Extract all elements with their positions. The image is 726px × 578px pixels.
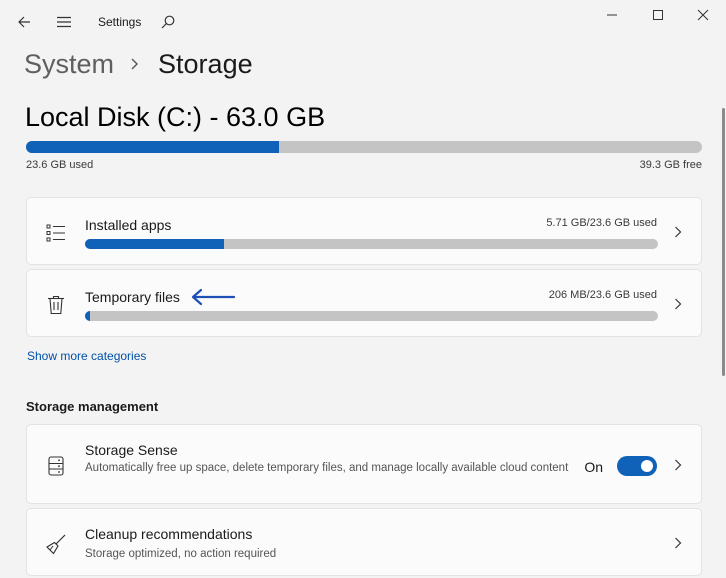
title-bar: Settings [0, 0, 726, 44]
disk-free-label: 39.3 GB free [639, 159, 702, 171]
chevron-right-icon [671, 458, 685, 472]
close-icon [697, 9, 709, 21]
broom-icon [45, 533, 67, 555]
chevron-right-icon [130, 57, 140, 71]
category-usage-bar [85, 239, 658, 249]
maximize-button[interactable] [635, 0, 681, 30]
chevron-right-icon [671, 225, 685, 239]
section-title: Storage management [26, 399, 159, 414]
category-usage-bar [85, 311, 658, 321]
hamburger-icon [57, 16, 71, 28]
storage-sense-row[interactable]: Storage Sense Automatically free up spac… [26, 424, 702, 504]
annotation-arrow-icon [190, 287, 236, 312]
maximize-icon [653, 10, 663, 20]
category-usage: 5.71 GB/23.6 GB used [546, 217, 657, 229]
show-more-categories-link[interactable]: Show more categories [27, 349, 146, 363]
breadcrumb-parent[interactable]: System [24, 49, 114, 80]
disk-usage-fill [26, 141, 280, 153]
category-usage: 206 MB/23.6 GB used [548, 289, 657, 301]
category-usage-fill [85, 311, 91, 321]
drive-icon [45, 455, 67, 477]
search-button[interactable] [154, 8, 182, 36]
page-title: Storage [158, 48, 253, 79]
category-label: Installed apps [85, 217, 172, 233]
chevron-right-icon [671, 297, 685, 311]
app-title: Settings [98, 15, 142, 29]
trash-icon [45, 294, 67, 316]
storage-sense-description: Automatically free up space, delete temp… [85, 462, 569, 474]
toggle-state-label: On [584, 459, 603, 475]
menu-button[interactable] [50, 8, 78, 36]
storage-sense-toggle[interactable] [617, 456, 657, 476]
storage-sense-label: Storage Sense [85, 442, 178, 458]
toggle-knob [641, 460, 653, 472]
minimize-icon [607, 14, 617, 16]
cleanup-recommendations-row[interactable]: Cleanup recommendations Storage optimize… [26, 508, 702, 576]
search-icon [161, 15, 175, 29]
scrollbar[interactable] [722, 108, 725, 376]
list-icon [45, 222, 67, 244]
disk-title: Local Disk (C:) - 63.0 GB [25, 102, 326, 132]
category-usage-fill [85, 239, 224, 249]
cleanup-description: Storage optimized, no action required [85, 548, 277, 560]
category-temporary-files[interactable]: Temporary files 206 MB/23.6 GB used [26, 269, 702, 337]
close-button[interactable] [680, 0, 726, 30]
category-label: Temporary files [85, 289, 180, 305]
category-installed-apps[interactable]: Installed apps 5.71 GB/23.6 GB used [26, 197, 702, 265]
breadcrumb: System Storage [24, 44, 253, 84]
minimize-button[interactable] [589, 0, 635, 30]
chevron-right-icon [671, 536, 685, 550]
cleanup-label: Cleanup recommendations [85, 526, 253, 542]
back-button[interactable] [10, 8, 38, 36]
back-arrow-icon [18, 16, 30, 28]
disk-used-label: 23.6 GB used [26, 159, 94, 171]
disk-usage-bar [26, 141, 702, 153]
